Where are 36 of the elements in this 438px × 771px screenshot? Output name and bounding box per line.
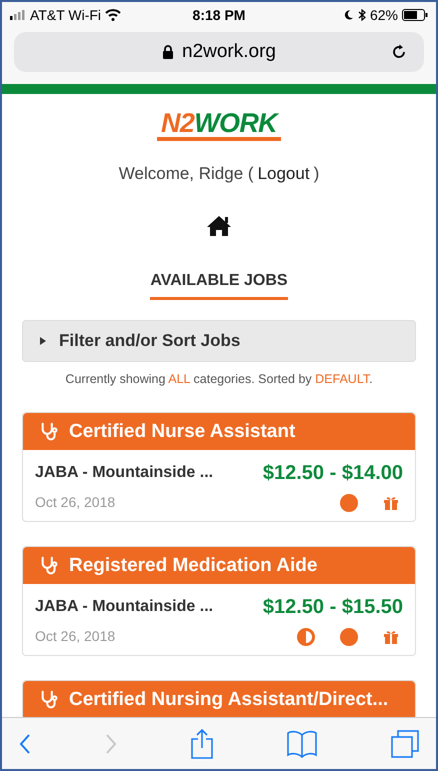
filter-summary: Currently showing ALL categories. Sorted by DEFAULT. bbox=[64, 370, 374, 388]
lock-icon bbox=[162, 44, 174, 60]
home-icon[interactable] bbox=[206, 214, 232, 236]
job-title: Certified Nursing Assistant/Direct... bbox=[69, 688, 388, 712]
welcome-text: Welcome, Ridge ( bbox=[118, 163, 254, 185]
post-date: Oct 26, 2018 bbox=[35, 627, 116, 646]
bluetooth-icon bbox=[358, 9, 366, 21]
job-card[interactable]: Registered Medication Aide JABA - Mountainside ... $12.50 - $15.50 Oct 26, 2018 bbox=[22, 546, 416, 656]
back-icon[interactable] bbox=[18, 732, 32, 754]
filter-toggle[interactable]: Filter and/or Sort Jobs bbox=[22, 320, 416, 362]
signal-icon bbox=[10, 10, 26, 20]
tabs-icon[interactable] bbox=[390, 728, 420, 758]
employer-name: JABA - Mountainside ... bbox=[35, 463, 214, 484]
pay-range: $12.50 - $14.00 bbox=[262, 461, 403, 486]
share-icon[interactable] bbox=[190, 728, 214, 760]
employer-name: JABA - Mountainside ... bbox=[35, 597, 214, 618]
section-title: AVAILABLE JOBS bbox=[150, 268, 288, 300]
wifi-icon bbox=[105, 9, 122, 21]
carrier-name: AT&T Wi-Fi bbox=[30, 6, 102, 24]
job-title: Registered Medication Aide bbox=[69, 554, 318, 578]
clock-time: 8:18 PM bbox=[192, 6, 246, 24]
pay-range: $12.50 - $15.50 bbox=[262, 595, 403, 620]
reload-icon[interactable] bbox=[390, 43, 408, 61]
address-bar[interactable]: n2work.org bbox=[14, 32, 424, 72]
battery-icon bbox=[402, 9, 428, 21]
post-date: Oct 26, 2018 bbox=[35, 493, 116, 512]
url-text: n2work.org bbox=[182, 40, 276, 64]
caret-icon bbox=[39, 336, 47, 346]
logo[interactable]: N2WORK bbox=[157, 110, 281, 141]
book-icon[interactable] bbox=[286, 730, 318, 758]
logout-link[interactable]: Logout bbox=[258, 161, 310, 186]
moon-icon bbox=[342, 9, 354, 21]
welcome-close-paren: ) bbox=[314, 163, 320, 185]
job-title: Certified Nurse Assistant bbox=[69, 420, 296, 444]
battery-percent: 62% bbox=[370, 6, 398, 24]
job-card[interactable]: Certified Nurse Assistant JABA - Mountainside ... $12.50 - $14.00 Oct 26, 2018 bbox=[22, 412, 416, 522]
